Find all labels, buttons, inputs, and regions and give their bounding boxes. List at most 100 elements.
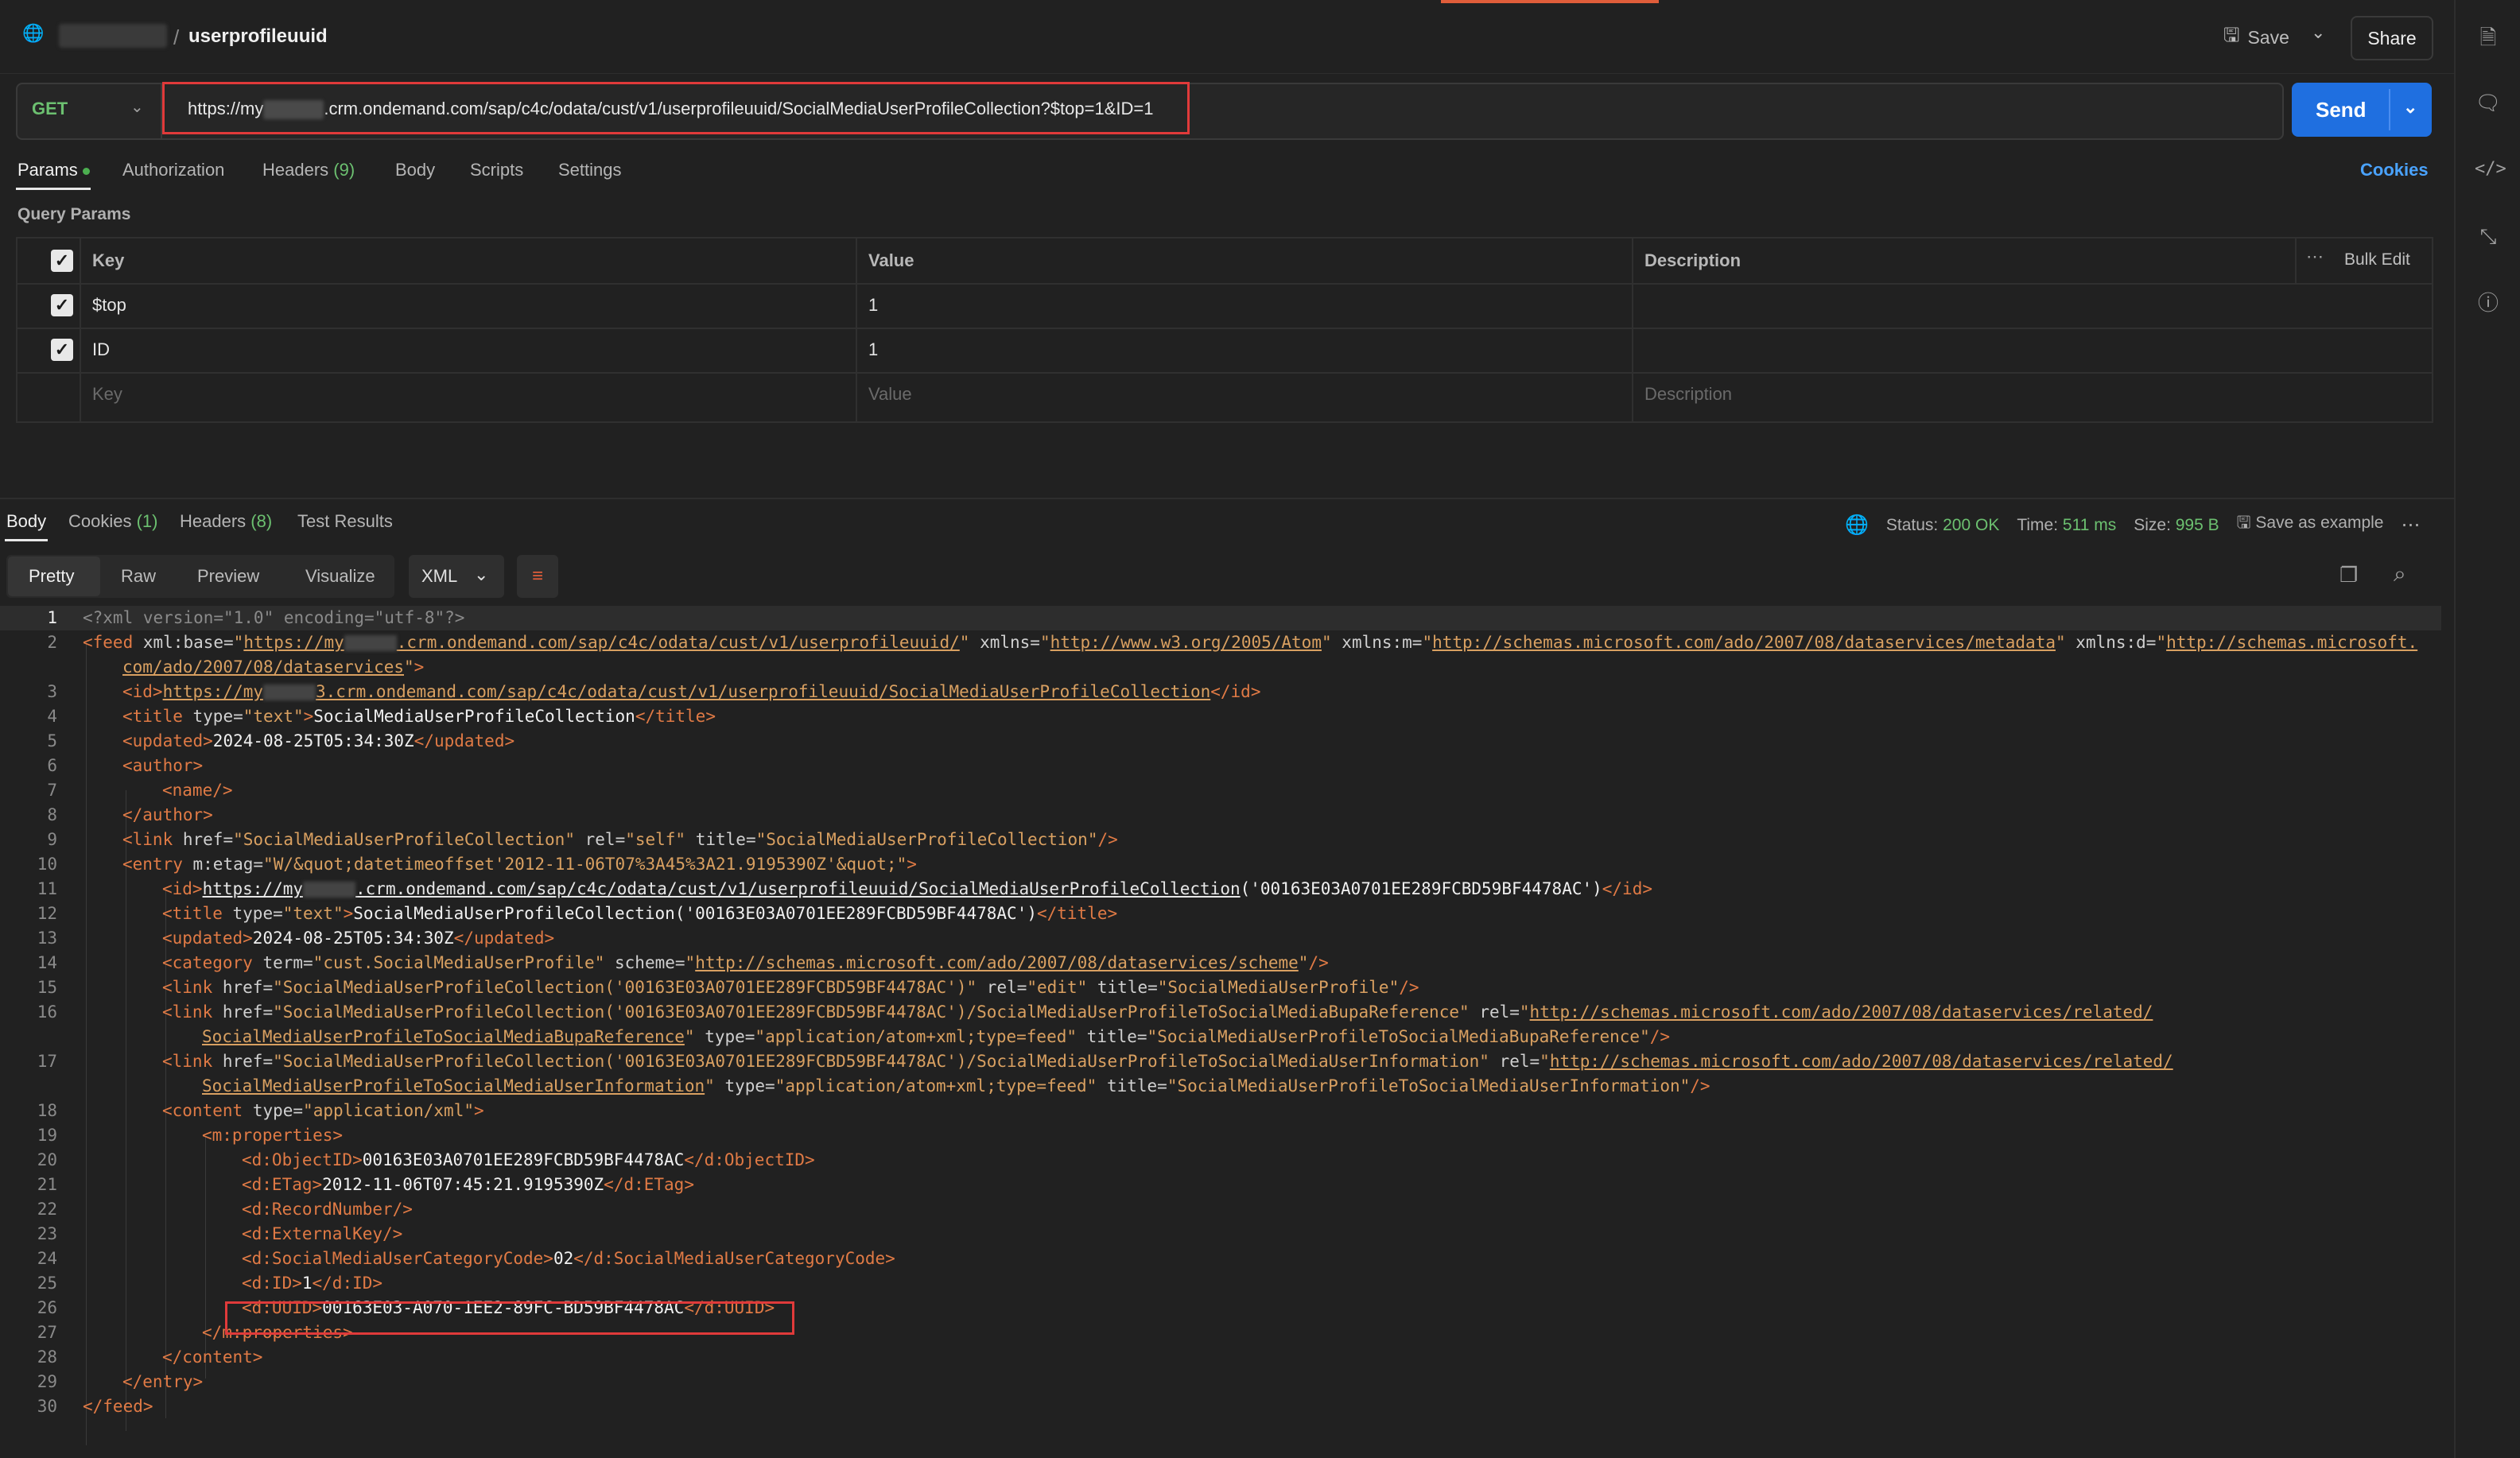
link-userinfo-rel-cont[interactable]: SocialMediaUserProfileToSocialMediaUserI… — [202, 1076, 705, 1095]
uuid-highlight-box — [225, 1301, 794, 1335]
entry-id-url[interactable]: .crm.ondemand.com/sap/c4c/odata/cust/v1/… — [355, 879, 1241, 898]
response-more-icon[interactable]: ⋯ — [2401, 514, 2420, 537]
row-checkbox[interactable]: ✓ — [51, 339, 73, 361]
info-icon[interactable]: ⓘ — [2475, 289, 2502, 316]
comments-icon[interactable]: 🗨 — [2475, 89, 2502, 116]
tab-params[interactable]: Params — [17, 160, 90, 180]
tab-body[interactable]: Body — [395, 160, 435, 180]
resp-tab-body[interactable]: Body — [6, 511, 46, 532]
xmlns-url[interactable]: http://www.w3.org/2005/Atom — [1050, 633, 1322, 652]
redacted-segment — [303, 882, 356, 898]
bulk-edit-button[interactable]: Bulk Edit — [2344, 250, 2410, 269]
redacted-segment — [344, 635, 397, 651]
send-options-chevron-down-icon[interactable]: ⌄ — [2403, 97, 2417, 118]
tab-params-label: Params — [17, 160, 78, 180]
view-tab-visualize[interactable]: Visualize — [305, 566, 375, 587]
line-number: 18 — [37, 1101, 57, 1120]
new-description-input[interactable]: Description — [1644, 384, 1732, 405]
wrap-lines-icon[interactable]: ≡ — [517, 555, 558, 598]
request-name[interactable]: userprofileuuid — [188, 25, 328, 48]
link-userinfo-rel[interactable]: http://schemas.microsoft.com/ado/2007/08… — [1550, 1052, 2173, 1071]
view-tab-pretty[interactable]: Pretty — [29, 566, 74, 587]
resp-tab-headers[interactable]: Headers (8) — [180, 511, 272, 532]
tab-headers-count: (9) — [333, 160, 355, 180]
related-collections-icon[interactable]: ⤡ — [2475, 223, 2502, 250]
send-divider — [2389, 89, 2390, 130]
search-icon[interactable]: ⌕ — [2394, 561, 2406, 587]
entry-open-line: <entry m:etag="W/&quot;datetimeoffset'20… — [122, 855, 917, 874]
xmlns-d-url[interactable]: http://schemas.microsoft. — [2166, 633, 2417, 652]
link-bupa-title: SocialMediaUserProfileToSocialMediaBupaR… — [1157, 1027, 1641, 1046]
category-code-value: 02 — [553, 1249, 574, 1268]
copy-icon[interactable]: ❐ — [2339, 563, 2358, 587]
resp-tab-cookies[interactable]: Cookies (1) — [68, 511, 158, 532]
view-tab-preview[interactable]: Preview — [197, 566, 259, 587]
entry-updated-line: <updated>2024-08-25T05:34:30Z</updated> — [162, 929, 555, 948]
tab-headers[interactable]: Headers (9) — [262, 160, 355, 180]
feed-open-tag: <feed xml:base="https://my .crm.ondemand.… — [83, 633, 2418, 652]
xmlns-m-url[interactable]: http://schemas.microsoft.com/ado/2007/08… — [1432, 633, 2056, 652]
properties-open: <m:properties> — [202, 1126, 344, 1145]
link-bupa-rel[interactable]: http://schemas.microsoft.com/ado/2007/08… — [1530, 1002, 2153, 1022]
workspace-name-redacted[interactable] — [59, 24, 167, 48]
line-number: 3 — [47, 682, 57, 701]
table-row: ✓ ID 1 — [17, 328, 2432, 374]
save-as-example-button[interactable]: 🖫 Save as example — [2237, 511, 2384, 539]
link-userinfo-type: application/atom+xml;type=feed — [785, 1076, 1087, 1095]
entry-title-value: SocialMediaUserProfileCollection('00163E… — [353, 904, 1037, 923]
resp-tab-cookies-label: Cookies — [68, 511, 132, 531]
size-value: 995 B — [2175, 515, 2219, 534]
response-meta: 🌐 Status: 200 OK Time: 511 ms Size: 995 … — [1845, 511, 2420, 539]
category-line: <category term="cust.SocialMediaUserProf… — [162, 953, 1329, 972]
format-select[interactable]: XML ⌄ — [409, 555, 504, 598]
object-id-line: <d:ObjectID>00163E03A0701EE289FCBD59BF44… — [242, 1150, 815, 1169]
select-all-checkbox[interactable]: ✓ — [51, 250, 73, 272]
id-url-prefix[interactable]: https://my — [163, 682, 263, 701]
code-icon[interactable]: </> — [2475, 156, 2506, 183]
xml-base-url[interactable]: .crm.ondemand.com/sap/c4c/odata/cust/v1/… — [397, 633, 960, 652]
entry-title-line: <title type="text">SocialMediaUserProfil… — [162, 904, 1118, 923]
line-number: 19 — [37, 1126, 57, 1145]
send-button[interactable]: Send ⌄ — [2292, 83, 2432, 137]
new-key-input[interactable]: Key — [92, 384, 122, 405]
param-key[interactable]: ID — [92, 339, 110, 360]
link-bupa-type: application/atom+xml;type=feed — [765, 1027, 1067, 1046]
cookies-link[interactable]: Cookies — [2360, 160, 2429, 180]
xmlns-d-url-cont[interactable]: com/ado/2007/08/dataservices — [122, 657, 404, 677]
network-icon[interactable]: 🌐 — [1845, 514, 1869, 537]
size-info[interactable]: Size: 995 B — [2134, 516, 2219, 535]
view-tab-raw[interactable]: Raw — [121, 566, 156, 587]
new-value-input[interactable]: Value — [868, 384, 912, 405]
link-bupa-rel-cont[interactable]: SocialMediaUserProfileToSocialMediaBupaR… — [202, 1027, 685, 1046]
time-info[interactable]: Time: 511 ms — [2017, 516, 2116, 535]
query-params-table: ✓ Key Value Description ⋯ Bulk Edit ✓ $t… — [16, 237, 2433, 423]
save-label: Save — [2247, 26, 2289, 48]
status-value: 200 OK — [1943, 515, 2000, 534]
param-value[interactable]: 1 — [868, 339, 878, 360]
tab-settings[interactable]: Settings — [558, 160, 622, 180]
line-number: 2 — [47, 633, 57, 652]
category-scheme-url[interactable]: http://schemas.microsoft.com/ado/2007/08… — [695, 953, 1299, 972]
resp-tab-cookies-count: (1) — [136, 511, 158, 531]
param-key[interactable]: $top — [92, 295, 126, 316]
tab-scripts[interactable]: Scripts — [470, 160, 523, 180]
id-url[interactable]: 3.crm.ondemand.com/sap/c4c/odata/cust/v1… — [316, 682, 1210, 701]
record-number-empty: <d:RecordNumber/> — [242, 1200, 413, 1219]
link-bupa-line-cont: SocialMediaUserProfileToSocialMediaBupaR… — [202, 1027, 1671, 1046]
view-mode-tabs: Pretty Raw Preview Visualize — [6, 555, 394, 598]
row-checkbox[interactable]: ✓ — [51, 294, 73, 316]
more-options-icon[interactable]: ⋯ — [2306, 246, 2324, 267]
tab-authorization[interactable]: Authorization — [122, 160, 224, 180]
save-button[interactable]: 🖫 Save — [2223, 21, 2289, 54]
status-info[interactable]: Status: 200 OK — [1886, 516, 1999, 535]
param-value[interactable]: 1 — [868, 295, 878, 316]
table-row: ✓ $top 1 — [17, 283, 2432, 329]
documentation-icon[interactable]: 🗎 — [2475, 24, 2502, 51]
id-line: <id>https://my 3.crm.ondemand.com/sap/c4c… — [122, 682, 1261, 701]
response-divider[interactable] — [0, 498, 2454, 499]
save-options-chevron-down-icon[interactable]: ⌄ — [2311, 22, 2325, 43]
share-button[interactable]: Share — [2351, 16, 2433, 60]
author-close: </author> — [122, 805, 213, 824]
resp-tab-test-results[interactable]: Test Results — [297, 511, 393, 532]
author-open: <author> — [122, 756, 204, 775]
